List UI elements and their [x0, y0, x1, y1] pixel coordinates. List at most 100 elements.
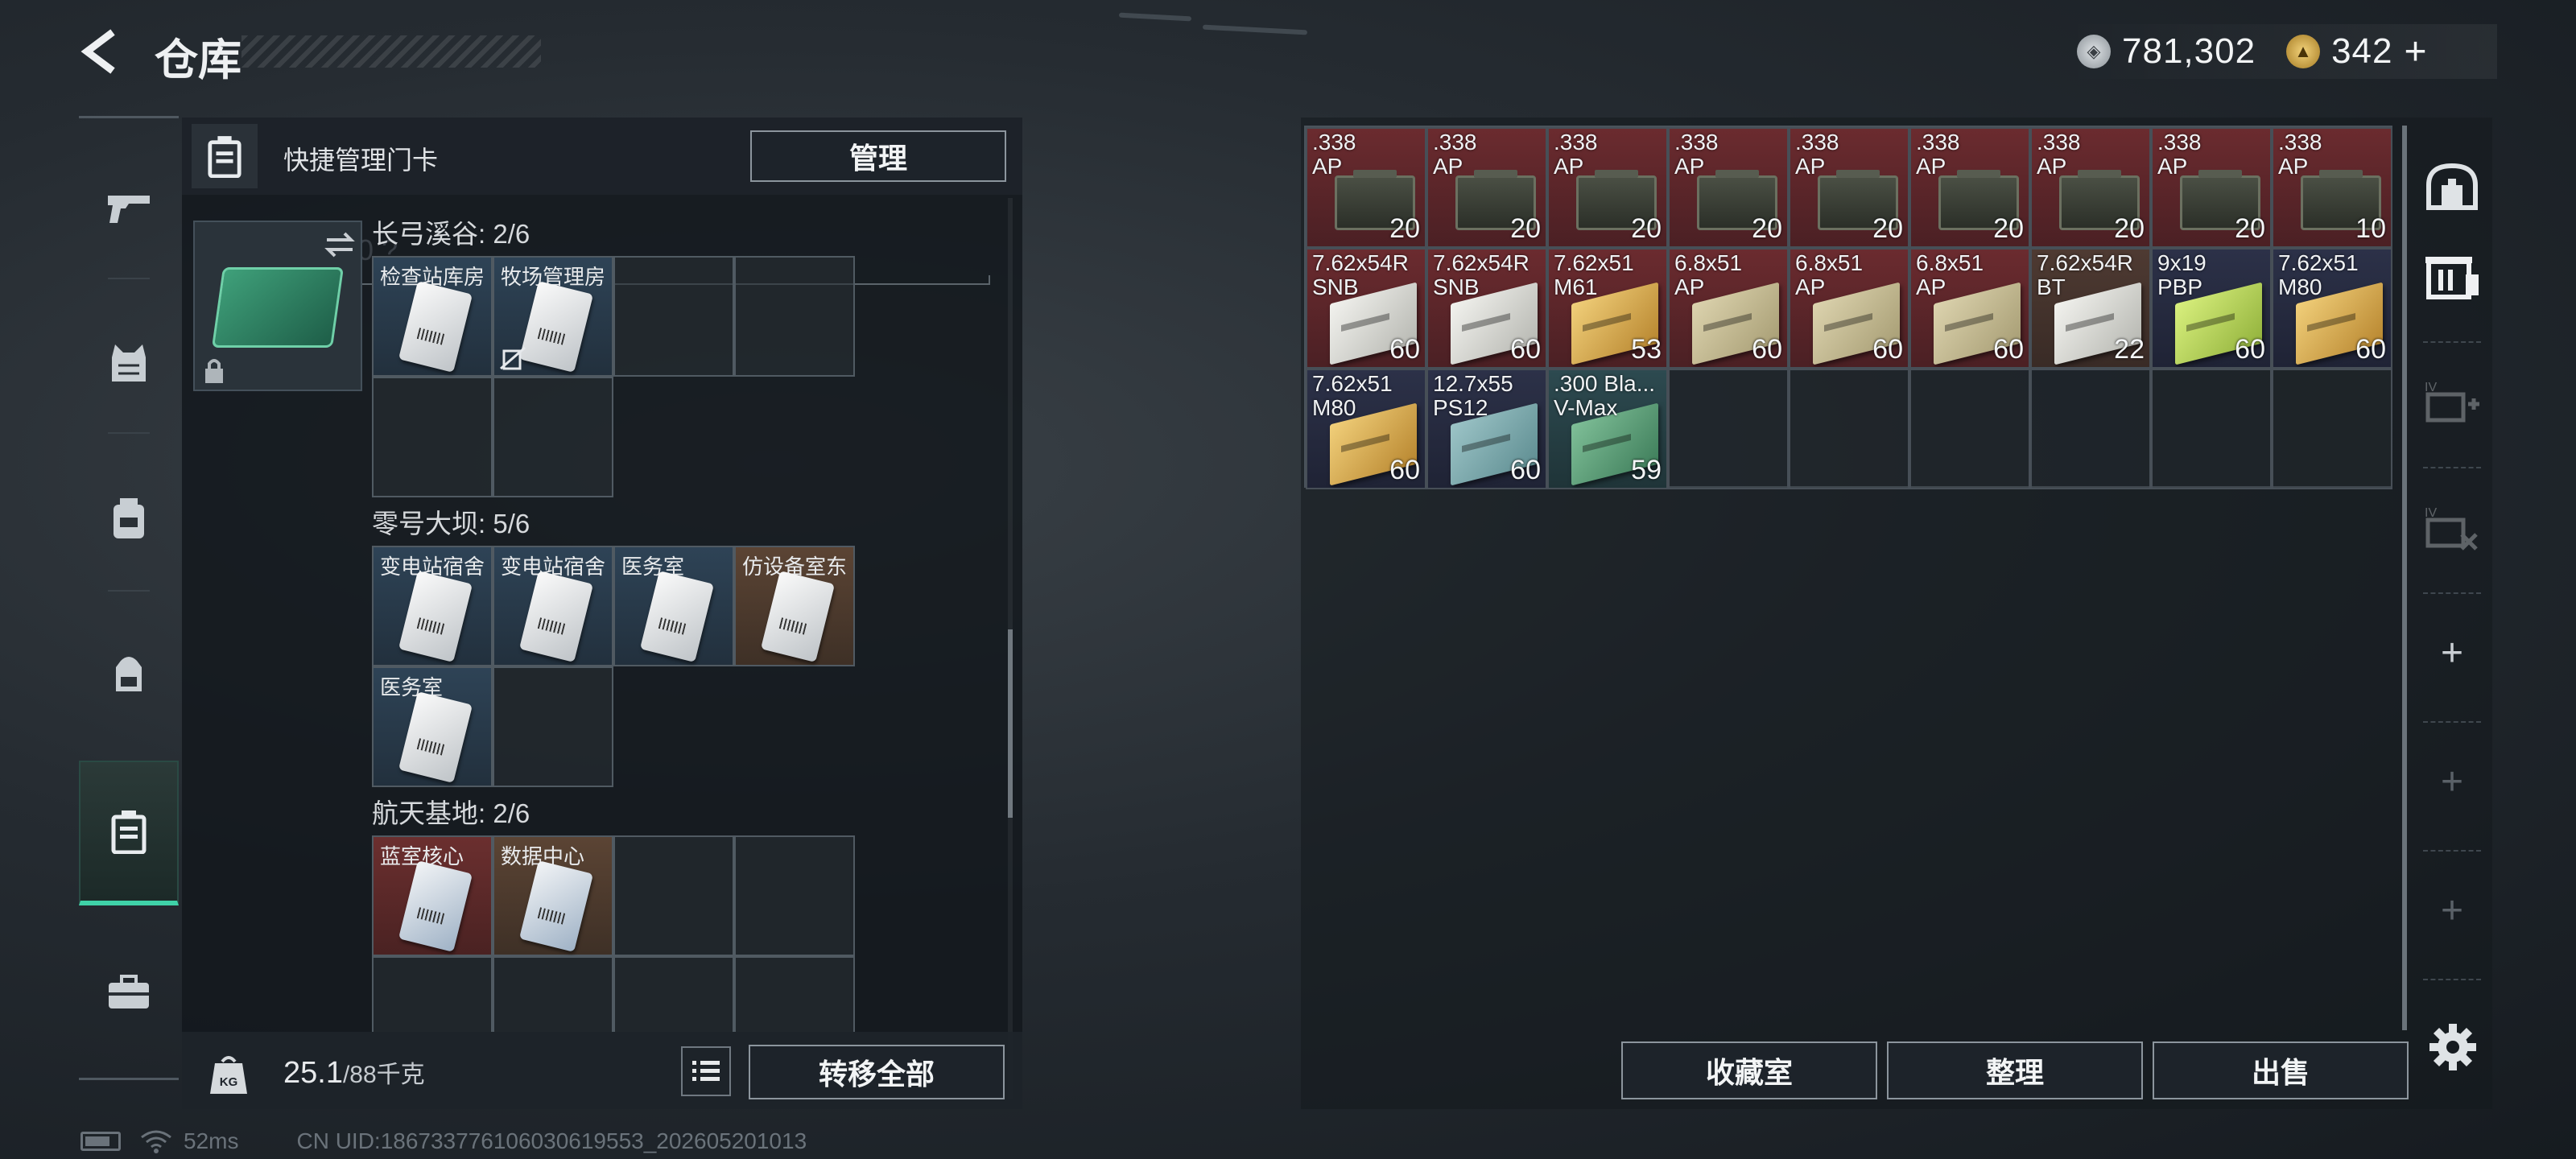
nav-separator: [108, 590, 150, 592]
transfer-all-button[interactable]: 转移全部: [749, 1045, 1005, 1099]
ammo-item[interactable]: 6.8x51 AP 60: [1668, 248, 1789, 369]
ammo-quantity: 60: [2355, 334, 2386, 365]
ammo-item[interactable]: 7.62x54R BT 22: [2030, 248, 2151, 369]
ammo-item[interactable]: 7.62x54R SNB 60: [1306, 248, 1426, 369]
user-uid: CN UID:186733776106030619553_20260520101…: [296, 1128, 807, 1153]
ammo-name: .338 AP: [1795, 130, 1839, 179]
keycard-slot[interactable]: 数据中心: [493, 835, 613, 956]
keycard-slot[interactable]: 牧场管理房: [493, 256, 613, 377]
keycard-image: [398, 860, 473, 952]
ammo-quantity: 59: [1631, 455, 1662, 485]
weight-footer: KG 25.1/88千克 转移全部: [182, 1032, 1022, 1109]
silver-coin-icon: ◈: [2077, 35, 2111, 68]
ammo-item[interactable]: .338 AP 20: [1547, 127, 1668, 248]
keycard-slot[interactable]: 蓝室核心: [372, 835, 493, 956]
background-light-streak: [1202, 24, 1308, 35]
add-stash-page-button[interactable]: +: [2412, 592, 2492, 713]
ammo-item[interactable]: 7.62x51 M61 53: [1547, 248, 1668, 369]
ammo-item[interactable]: 6.8x51 AP 60: [1789, 248, 1909, 369]
list-view-button[interactable]: [681, 1046, 731, 1096]
keycard-image: [760, 571, 836, 662]
ammo-item[interactable]: 6.8x51 AP 60: [1909, 248, 2030, 369]
keycard-slot[interactable]: 检查站库房: [372, 256, 493, 377]
sort-button[interactable]: 整理: [1887, 1041, 2143, 1099]
ammo-item[interactable]: 7.62x54R SNB 60: [1426, 248, 1547, 369]
empty-keycard-slot: [613, 956, 734, 1032]
ammo-name: 6.8x51 AP: [1916, 250, 1984, 299]
keycard-slot[interactable]: 变电站宿舍: [372, 546, 493, 666]
weight-readout: 25.1/88千克: [283, 1054, 425, 1091]
keycard-slot[interactable]: 医务室: [372, 666, 493, 787]
ammo-name: 6.8x51 AP: [1795, 250, 1864, 299]
stash-scrollbar[interactable]: [2402, 126, 2407, 1030]
stash-tools-column: IV IV + + +: [2412, 118, 2492, 1109]
nav-chest-rig[interactable]: [79, 447, 179, 592]
ammo-name: 7.62x54R SNB: [1433, 250, 1530, 299]
background-light-streak: [1118, 12, 1192, 22]
nav-backpack[interactable]: [79, 601, 179, 746]
ammo-quantity: 22: [2114, 334, 2145, 365]
tool-separator: [2423, 979, 2481, 980]
ammo-item[interactable]: 12.7x55 PS12 60: [1426, 369, 1547, 489]
ammo-quantity: 60: [1510, 334, 1541, 365]
status-bar: 52ms CN UID:186733776106030619553_202605…: [80, 1128, 807, 1154]
ammo-item[interactable]: 9x19 PBP 60: [2151, 248, 2272, 369]
collection-room-button[interactable]: 收藏室: [1621, 1041, 1877, 1099]
nav-armor[interactable]: [79, 291, 179, 435]
ammo-name: .338 AP: [1554, 130, 1598, 179]
nav-case[interactable]: [79, 920, 179, 1065]
ammo-name: .338 AP: [1312, 130, 1356, 179]
silver-currency-value: 781,302: [2122, 31, 2256, 71]
empty-stash-slot: [2272, 369, 2392, 489]
ammo-item[interactable]: .338 AP 20: [1909, 127, 2030, 248]
iv-add-icon: IV: [2425, 381, 2479, 423]
ammo-item[interactable]: .338 AP 20: [1668, 127, 1789, 248]
back-button[interactable]: [77, 27, 126, 76]
ammo-name: 7.62x54R SNB: [1312, 250, 1409, 299]
unavailable-icon: [500, 346, 526, 370]
keycard-image: [639, 571, 715, 662]
keycard-panel-title: 快捷管理门卡: [283, 146, 439, 175]
ammo-name: 6.8x51 AP: [1674, 250, 1743, 299]
ammo-item[interactable]: .300 Bla... V-Max 59: [1547, 369, 1668, 489]
briefcase-icon: [109, 975, 149, 1008]
keycard-slot[interactable]: 仿设备室东: [734, 546, 855, 666]
ammo-item[interactable]: .338 AP 20: [1306, 127, 1426, 248]
keycard-slot[interactable]: 变电站宿舍: [493, 546, 613, 666]
ammo-item[interactable]: 7.62x51 M80 60: [2272, 248, 2392, 369]
ammo-quantity: 20: [1752, 213, 1782, 244]
ammo-item[interactable]: .338 AP 10: [2272, 127, 2392, 248]
keycard-panel-scrollbar-thumb[interactable]: [1008, 629, 1013, 818]
svg-text:IV: IV: [2425, 506, 2437, 520]
container-tab[interactable]: [2412, 216, 2492, 336]
sell-button[interactable]: 出售: [2153, 1041, 2409, 1099]
keycard-panel-header: 快捷管理门卡 管理: [182, 118, 1022, 195]
ammo-item[interactable]: .338 AP 20: [2030, 127, 2151, 248]
ammo-item[interactable]: .338 AP 20: [1426, 127, 1547, 248]
ammo-item[interactable]: .338 AP 20: [2151, 127, 2272, 248]
pistol-icon: [108, 196, 150, 223]
keycard-image: [398, 571, 473, 662]
ping-readout: 52ms: [184, 1128, 239, 1153]
manage-button[interactable]: 管理: [750, 130, 1006, 182]
iv-add-tab[interactable]: IV: [2412, 341, 2492, 462]
add-currency-button[interactable]: +: [2404, 30, 2426, 74]
keycard-case-item[interactable]: [193, 221, 362, 391]
settings-button[interactable]: [2425, 1019, 2481, 1075]
svg-text:KG: KG: [220, 1075, 238, 1089]
nav-keycards[interactable]: [79, 761, 179, 905]
swap-icon[interactable]: [324, 230, 356, 259]
ammo-quantity: 60: [1752, 334, 1782, 365]
iv-swap-tab[interactable]: IV: [2412, 467, 2492, 588]
nav-weapon[interactable]: [79, 136, 179, 281]
currency-bar: ◈ 781,302 ▲ 342 +: [2061, 24, 2497, 79]
ammo-item[interactable]: 7.62x51 M80 60: [1306, 369, 1426, 489]
map-group-label: 长弓溪谷: 2/6: [372, 219, 530, 249]
ammo-item[interactable]: .338 AP 20: [1789, 127, 1909, 248]
empty-keycard-slot: [493, 956, 613, 1032]
weight-capacity: /88千克: [342, 1062, 425, 1088]
map-group-label: 航天基地: 2/6: [372, 798, 530, 828]
keycard-slot[interactable]: 医务室: [613, 546, 734, 666]
weight-icon: KG: [200, 1045, 258, 1103]
ammo-name: .338 AP: [1916, 130, 1960, 179]
